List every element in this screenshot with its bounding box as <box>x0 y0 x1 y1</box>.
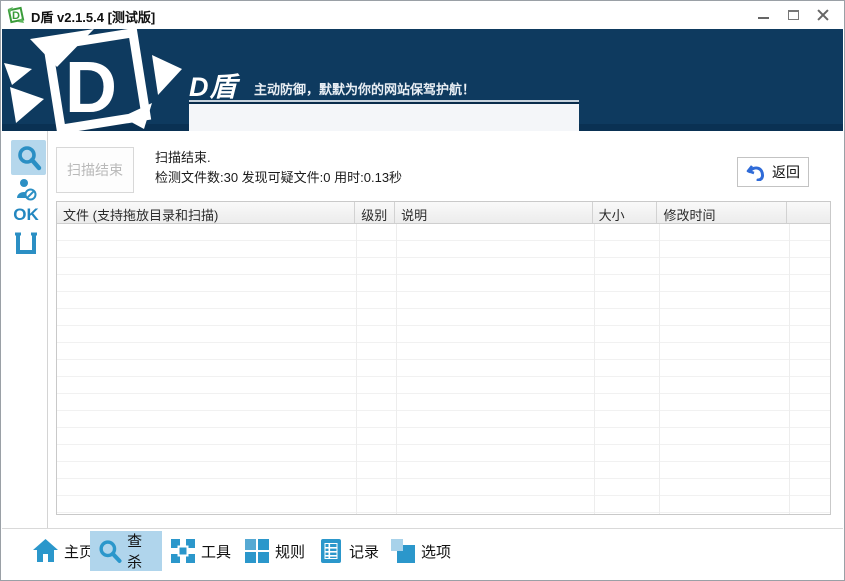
options-squares-icon <box>390 538 416 564</box>
maximize-button[interactable] <box>778 1 808 29</box>
undo-arrow-icon <box>746 164 765 181</box>
toolbar-label-tools: 工具 <box>201 541 231 562</box>
bottom-toolbar: 主页 查杀 工具 <box>2 528 843 579</box>
scan-status: 扫描结束. 检测文件数:30 发现可疑文件:0 用时:0.13秒 <box>155 148 402 188</box>
results-table-body[interactable] <box>57 224 830 514</box>
back-button[interactable]: 返回 <box>737 157 809 187</box>
scan-status-line2: 检测文件数:30 发现可疑文件:0 用时:0.13秒 <box>155 168 402 188</box>
column-header-empty <box>787 202 830 223</box>
brand-slogan: 主动防御，默默为你的网站保驾护航！ <box>254 79 475 98</box>
toolbar-item-options[interactable]: 选项 <box>382 531 459 571</box>
toolbar-item-tools[interactable]: 工具 <box>162 531 239 571</box>
window-controls <box>748 1 838 29</box>
column-header-file[interactable]: 文件 (支持拖放目录和扫描) <box>57 202 355 223</box>
column-header-mtime[interactable]: 修改时间 <box>657 202 787 223</box>
toolbar-item-records[interactable]: 记录 <box>310 531 387 571</box>
scan-state-button[interactable]: 扫描结束 <box>56 147 134 193</box>
open-square-icon <box>13 230 39 256</box>
column-divider <box>659 224 660 514</box>
search-icon <box>98 538 122 565</box>
toolbar-label-options: 选项 <box>421 541 451 562</box>
toolbar-item-rules[interactable]: 规则 <box>236 531 313 571</box>
column-divider <box>789 224 790 514</box>
ok-label: OK <box>13 205 39 225</box>
dshield-logo: D <box>2 29 187 131</box>
banner-light-panel <box>189 104 579 131</box>
tools-frame-icon <box>170 538 196 564</box>
header-banner: D D盾 主动防御，默默为你的网站保驾护航！ <box>2 29 843 131</box>
scan-status-line1: 扫描结束. <box>155 148 402 168</box>
records-list-icon <box>318 538 344 564</box>
results-table-header: 文件 (支持拖放目录和扫描) 级别 说明 大小 修改时间 <box>57 202 830 224</box>
minimize-button[interactable] <box>748 1 778 29</box>
scan-result-panel: 扫描结束 扫描结束. 检测文件数:30 发现可疑文件:0 用时:0.13秒 返回… <box>49 131 843 529</box>
titlebar: D D盾 v2.1.5.4 [测试版] <box>1 1 844 29</box>
left-icon-rail: OK <box>2 131 48 529</box>
toolbar-label-records: 记录 <box>349 541 379 562</box>
column-header-desc[interactable]: 说明 <box>395 202 592 223</box>
toolbar-label-scan: 查杀 <box>127 530 154 572</box>
window-title: D盾 v2.1.5.4 [测试版] <box>31 7 155 26</box>
column-divider <box>594 224 595 514</box>
column-divider <box>356 224 357 514</box>
search-icon <box>16 145 42 171</box>
person-block-icon <box>15 178 37 201</box>
results-table[interactable]: 文件 (支持拖放目录和扫描) 级别 说明 大小 修改时间 <box>56 201 831 515</box>
sidebar-ignore-button[interactable] <box>14 177 38 202</box>
toolbar-item-scan[interactable]: 查杀 <box>90 531 162 571</box>
column-header-size[interactable]: 大小 <box>593 202 658 223</box>
main-area: OK 扫描结束 扫描结束. 检测文件数:30 发现可疑文件:0 用时:0.13秒 <box>2 131 843 529</box>
svg-text:D: D <box>12 10 20 22</box>
banner-underline <box>189 100 579 102</box>
column-divider <box>396 224 397 514</box>
home-icon <box>32 538 59 564</box>
column-header-level[interactable]: 级别 <box>355 202 395 223</box>
brand-name: D盾 <box>189 65 238 104</box>
rules-grid-icon <box>244 538 270 564</box>
sidebar-scan-button[interactable] <box>11 140 46 175</box>
app-window: D D盾 v2.1.5.4 [测试版] D D盾 主动防御，默默为你的网站保驾护… <box>0 0 845 581</box>
close-button[interactable] <box>808 1 838 29</box>
logo-letter: D <box>65 48 117 128</box>
back-button-label: 返回 <box>772 162 800 182</box>
sidebar-ok-button[interactable]: OK <box>11 204 41 226</box>
sidebar-stop-button[interactable] <box>13 230 39 256</box>
toolbar-label-rules: 规则 <box>275 541 305 562</box>
app-logo-icon: D <box>7 6 25 24</box>
